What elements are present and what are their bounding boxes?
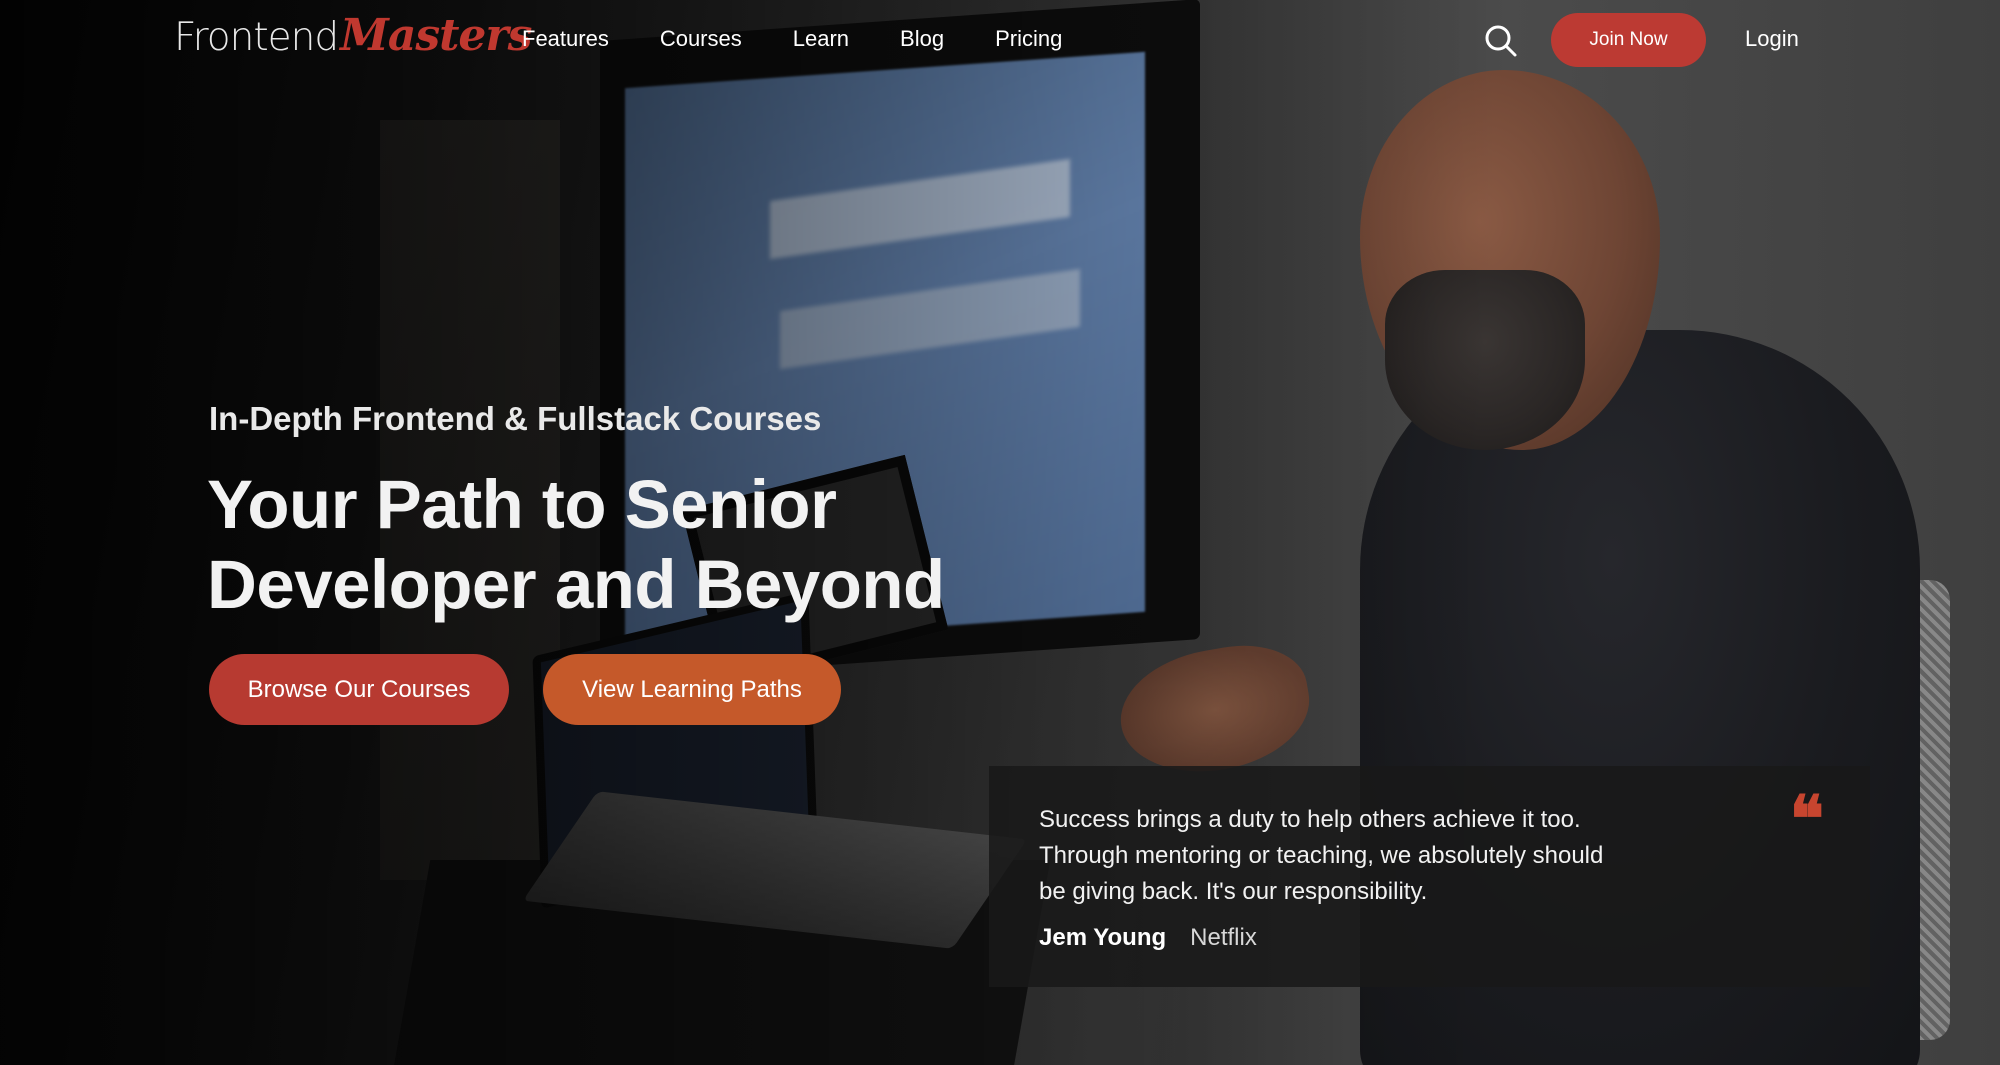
testimonial-author: Jem Young Netflix <box>1039 924 1257 952</box>
nav-blog[interactable]: Blog <box>900 26 944 52</box>
author-name: Jem Young <box>1039 924 1167 951</box>
search-icon-glyph <box>1485 25 1517 57</box>
nav-learn[interactable]: Learn <box>793 26 849 52</box>
author-company: Netflix <box>1190 924 1257 951</box>
join-now-button[interactable]: Join Now <box>1551 13 1706 67</box>
view-learning-paths-button[interactable]: View Learning Paths <box>543 654 841 725</box>
nav-courses[interactable]: Courses <box>660 26 742 52</box>
nav-pricing[interactable]: Pricing <box>995 26 1062 52</box>
browse-courses-button[interactable]: Browse Our Courses <box>209 654 509 725</box>
testimonial-card: Success brings a duty to help others ach… <box>989 766 1870 987</box>
site-header: Frontend Masters Features Courses Learn … <box>0 0 2000 80</box>
hero-kicker: In-Depth Frontend & Fullstack Courses <box>209 400 822 437</box>
quote-icon: ❝ <box>1789 782 1824 857</box>
login-link[interactable]: Login <box>1745 26 1799 52</box>
nav-features[interactable]: Features <box>522 26 609 52</box>
logo-text-frontend: Frontend <box>174 15 339 60</box>
logo-text-masters: Masters <box>340 10 532 61</box>
site-logo[interactable]: Frontend Masters <box>174 10 532 66</box>
main-nav: Features Courses Learn Blog Pricing <box>522 26 1062 52</box>
search-icon[interactable] <box>1484 24 1518 58</box>
testimonial-quote: Success brings a duty to help others ach… <box>1039 806 1604 905</box>
hero-title: Your Path to Senior Developer and Beyond <box>207 466 945 623</box>
